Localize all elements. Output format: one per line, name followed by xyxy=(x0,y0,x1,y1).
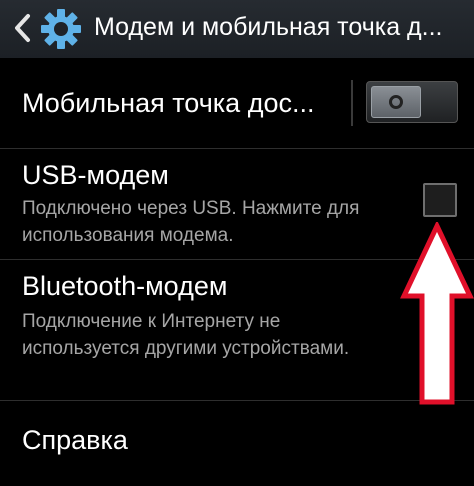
mobile-hotspot-label: Мобильная точка дос... xyxy=(22,88,315,118)
page-title: Модем и мобильная точка д... xyxy=(94,13,443,41)
usb-tethering-title: USB-модем xyxy=(22,160,169,190)
bluetooth-tethering-title: Bluetooth-модем xyxy=(22,271,228,301)
mobile-hotspot-row[interactable]: Мобильная точка дос... xyxy=(0,58,474,148)
chevron-left-icon xyxy=(15,14,30,42)
mobile-hotspot-toggle[interactable] xyxy=(366,81,458,123)
help-title: Справка xyxy=(22,425,128,455)
help-row[interactable]: Справка xyxy=(0,401,474,486)
power-ring-icon xyxy=(389,95,403,109)
toggle-thumb[interactable] xyxy=(371,86,421,118)
usb-tethering-summary: Подключено через USB. Нажмите для исполь… xyxy=(22,198,360,246)
bluetooth-tethering-summary: Подключение к Интернету не используется … xyxy=(22,311,350,359)
vertical-divider xyxy=(351,80,353,126)
usb-tethering-checkbox[interactable] xyxy=(423,183,457,217)
back-button[interactable] xyxy=(6,10,38,46)
gear-icon[interactable] xyxy=(40,8,82,50)
action-bar: Модем и мобильная точка д... xyxy=(0,0,474,58)
annotation-arrow-icon xyxy=(400,222,474,405)
